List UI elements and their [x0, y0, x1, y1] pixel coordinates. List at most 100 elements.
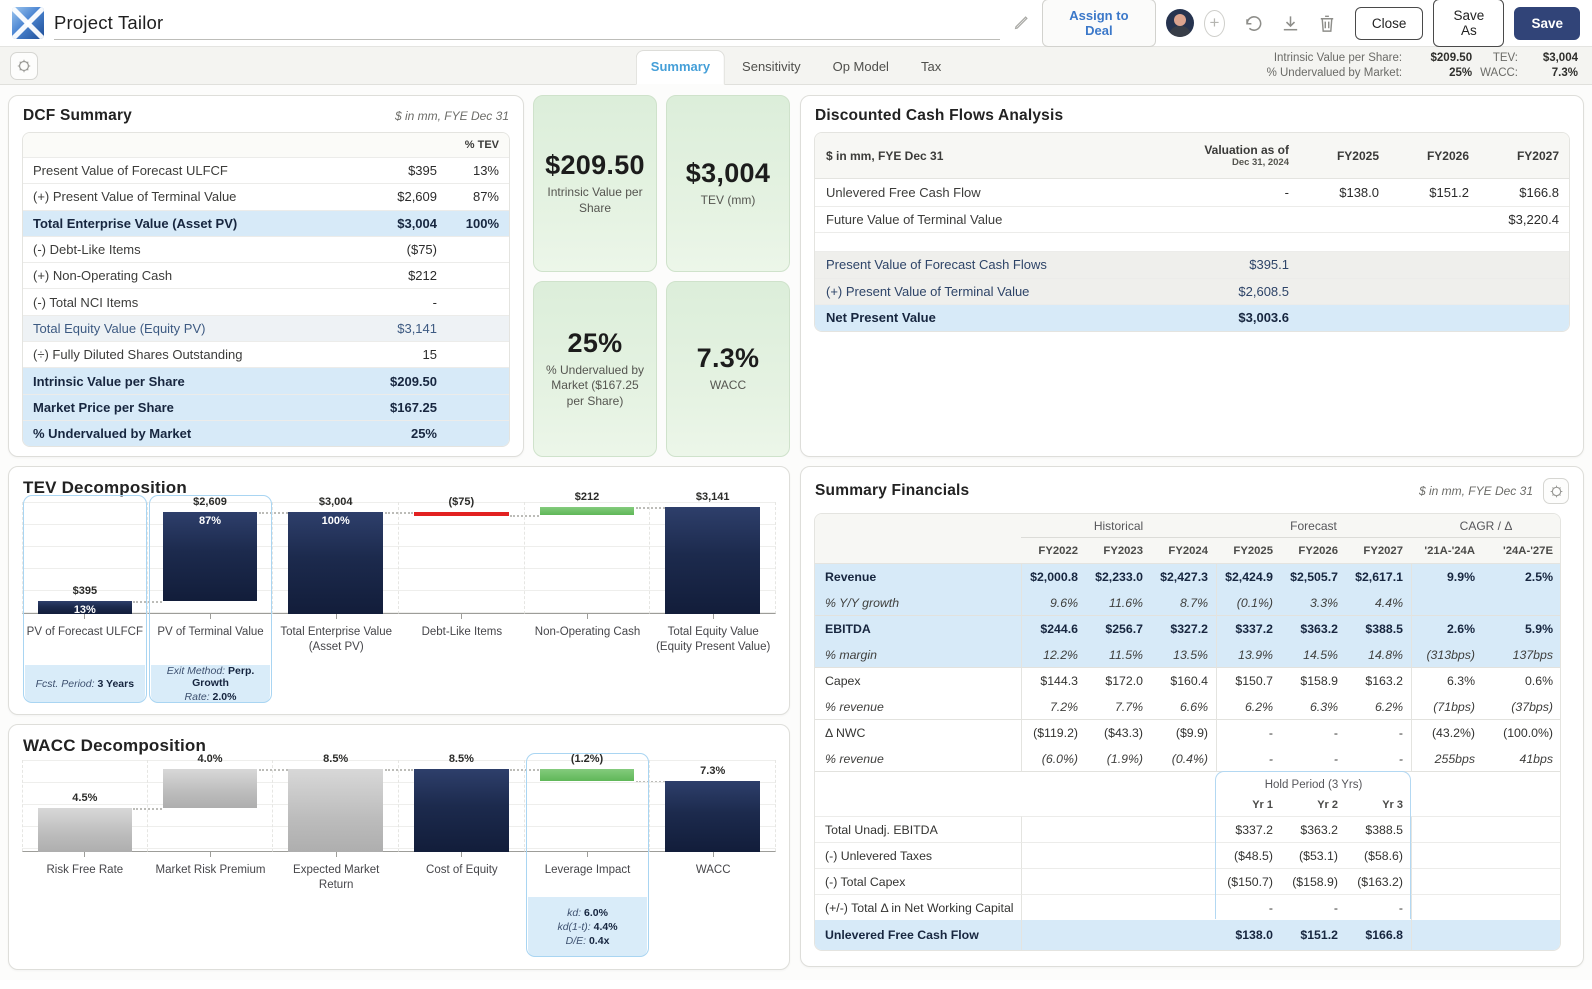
table-cell — [1411, 796, 1561, 816]
table-cell: $144.3 — [1021, 668, 1086, 694]
table-cell: 6.3% — [1281, 694, 1346, 720]
bar-value-label: 7.3% — [625, 765, 800, 777]
table-cell: $2,424.9 — [1216, 564, 1281, 590]
metric-value: 25% — [1410, 67, 1472, 79]
tab-sensitivity[interactable]: Sensitivity — [727, 50, 816, 85]
kpi-card-intrinsic-value-per-share[interactable]: $209.50Intrinsic Value per Share — [533, 95, 657, 272]
table-cell: '24A-'27E — [1483, 538, 1561, 564]
bar-segment[interactable] — [288, 769, 383, 852]
chart-bar-market-risk-premium: 4.0%Market Risk Premium — [148, 760, 274, 957]
table-row: Unlevered Free Cash Flow-$138.0$151.2$16… — [815, 179, 1569, 206]
table-cell: % Y/Y growth — [815, 590, 1021, 616]
save-button[interactable]: Save — [1514, 7, 1580, 40]
fy2026-header: FY2026 — [1389, 149, 1479, 163]
category-label: Risk Free Rate — [22, 857, 148, 897]
summary-financials-subtitle: $ in mm, FYE Dec 31 — [1419, 484, 1533, 498]
project-title[interactable]: Project Tailor — [54, 12, 163, 34]
download-icon[interactable] — [1278, 11, 1303, 36]
table-cell — [1483, 590, 1561, 616]
kpi-card-undervalued-by-market[interactable]: 25%% Undervalued by Market ($167.25 per … — [533, 281, 657, 458]
summary-financials-card: Summary Financials $ in mm, FYE Dec 31 H… — [800, 466, 1584, 967]
bar-segment[interactable] — [163, 769, 258, 808]
table-cell: Revenue — [815, 564, 1021, 590]
table-row: Total Enterprise Value (Asset PV)$3,0041… — [23, 210, 509, 236]
project-title-input[interactable]: Project Tailor — [54, 6, 1000, 40]
tab-summary[interactable]: Summary — [636, 50, 725, 85]
table-cell: ($163.2) — [1346, 868, 1411, 894]
chart-bar-leverage-impact[interactable]: (1.2%)Leverage Impactkd: 6.0%kd(1-t): 4.… — [525, 760, 651, 957]
bar-segment[interactable] — [414, 769, 509, 852]
main-content: DCF Summary $ in mm, FYE Dec 31 % TEV Pr… — [0, 85, 1592, 980]
chart-bar-pv-of-terminal-value[interactable]: 87%$2,609PV of Terminal ValueExit Method… — [148, 502, 274, 703]
bar-segment[interactable]: 87% — [163, 512, 258, 601]
bar-segment[interactable] — [540, 769, 635, 781]
table-cell: 9.6% — [1021, 590, 1086, 616]
summary-financials-table: HistoricalForecastCAGR / ΔFY2022FY2023FY… — [814, 513, 1570, 951]
table-cell: $138.0 — [1216, 920, 1281, 950]
table-cell: $2,505.7 — [1281, 564, 1346, 590]
category-label: Cost of Equity — [399, 857, 525, 897]
bar-assumption-chip: Exit Method: Perp. GrowthRate: 2.0% — [151, 665, 271, 703]
category-label: Non-Operating Cash — [525, 619, 651, 665]
table-cell — [1411, 590, 1483, 616]
metric-cards-grid: $209.50Intrinsic Value per Share$3,004TE… — [533, 95, 790, 457]
table-row: Market Price per Share$167.25 — [23, 394, 509, 420]
settings-gear-button[interactable] — [10, 52, 38, 80]
dcf-summary-table-header: % TEV — [23, 133, 509, 157]
chart-bar-total-equity-value-equity-present-value: $3,141Total Equity Value (Equity Present… — [650, 502, 776, 703]
fy2027-header: FY2027 — [1479, 149, 1569, 163]
dcf-summary-table: % TEV Present Value of Forecast ULFCF$39… — [22, 132, 510, 447]
assign-to-deal-button[interactable]: Assign to Deal — [1042, 0, 1157, 47]
table-cell: 6.3% — [1411, 668, 1483, 694]
kpi-card-tev[interactable]: $3,004TEV (mm) — [666, 95, 790, 272]
bar-segment[interactable] — [38, 808, 132, 852]
table-cell: (71bps) — [1411, 694, 1483, 720]
table-cell — [1021, 920, 1216, 950]
table-row: (-) Debt-Like Items($75) — [23, 236, 509, 262]
category-label: Market Risk Premium — [148, 857, 274, 897]
add-user-icon[interactable]: + — [1204, 10, 1225, 37]
table-cell: 12.2% — [1021, 642, 1086, 668]
table-cell: (0.4%) — [1151, 746, 1216, 772]
table-cell: 2.5% — [1483, 564, 1561, 590]
table-cell — [1021, 772, 1216, 796]
table-cell: FY2025 — [1216, 538, 1281, 564]
tab-op-model[interactable]: Op Model — [818, 50, 904, 85]
save-as-button[interactable]: Save As — [1433, 0, 1504, 47]
table-cell: $160.4 — [1151, 668, 1216, 694]
table-cell — [815, 514, 1021, 538]
dcf-summary-title: DCF Summary — [23, 107, 132, 125]
topbar-metrics: Intrinsic Value per Share:$209.50TEV:$3,… — [1267, 52, 1582, 79]
table-cell — [1021, 796, 1216, 816]
bar-segment[interactable] — [540, 507, 635, 514]
table-cell: - — [1281, 746, 1346, 772]
delete-trash-icon[interactable] — [1315, 11, 1339, 36]
category-label: PV of Terminal Value — [148, 619, 274, 665]
bar-segment[interactable] — [414, 512, 509, 516]
close-button[interactable]: Close — [1355, 7, 1424, 40]
dcf-analysis-title: Discounted Cash Flows Analysis — [815, 107, 1063, 125]
table-cell: FY2027 — [1346, 538, 1411, 564]
chart-bar-pv-of-forecast-ulfcf[interactable]: 13%$395PV of Forecast ULFCFFcst. Period:… — [22, 502, 148, 703]
financials-settings-gear-button[interactable] — [1543, 478, 1569, 504]
table-cell: - — [1281, 894, 1346, 920]
category-label: Total Enterprise Value (Asset PV) — [273, 619, 399, 665]
bar-segment[interactable] — [665, 781, 760, 852]
table-cell: - — [1281, 720, 1346, 746]
category-label: Total Equity Value (Equity Present Value… — [650, 619, 776, 665]
bar-value-label: $395 — [0, 585, 171, 597]
table-cell: ($53.1) — [1281, 842, 1346, 868]
dcf-summary-subtitle: $ in mm, FYE Dec 31 — [395, 109, 509, 123]
bar-segment[interactable]: 100% — [288, 512, 383, 614]
table-cell: $388.5 — [1346, 616, 1411, 642]
table-cell: $166.8 — [1346, 920, 1411, 950]
edit-pencil-icon[interactable] — [1010, 12, 1032, 34]
bar-segment[interactable] — [665, 507, 760, 614]
user-avatar[interactable] — [1166, 9, 1194, 37]
tab-bar: SummarySensitivityOp ModelTax — [636, 50, 956, 85]
bar-segment[interactable]: 13% — [38, 601, 132, 614]
metric-value: $209.50 — [1410, 52, 1472, 64]
tab-tax[interactable]: Tax — [906, 50, 956, 85]
history-undo-icon[interactable] — [1241, 11, 1266, 36]
kpi-card-wacc[interactable]: 7.3%WACC — [666, 281, 790, 458]
